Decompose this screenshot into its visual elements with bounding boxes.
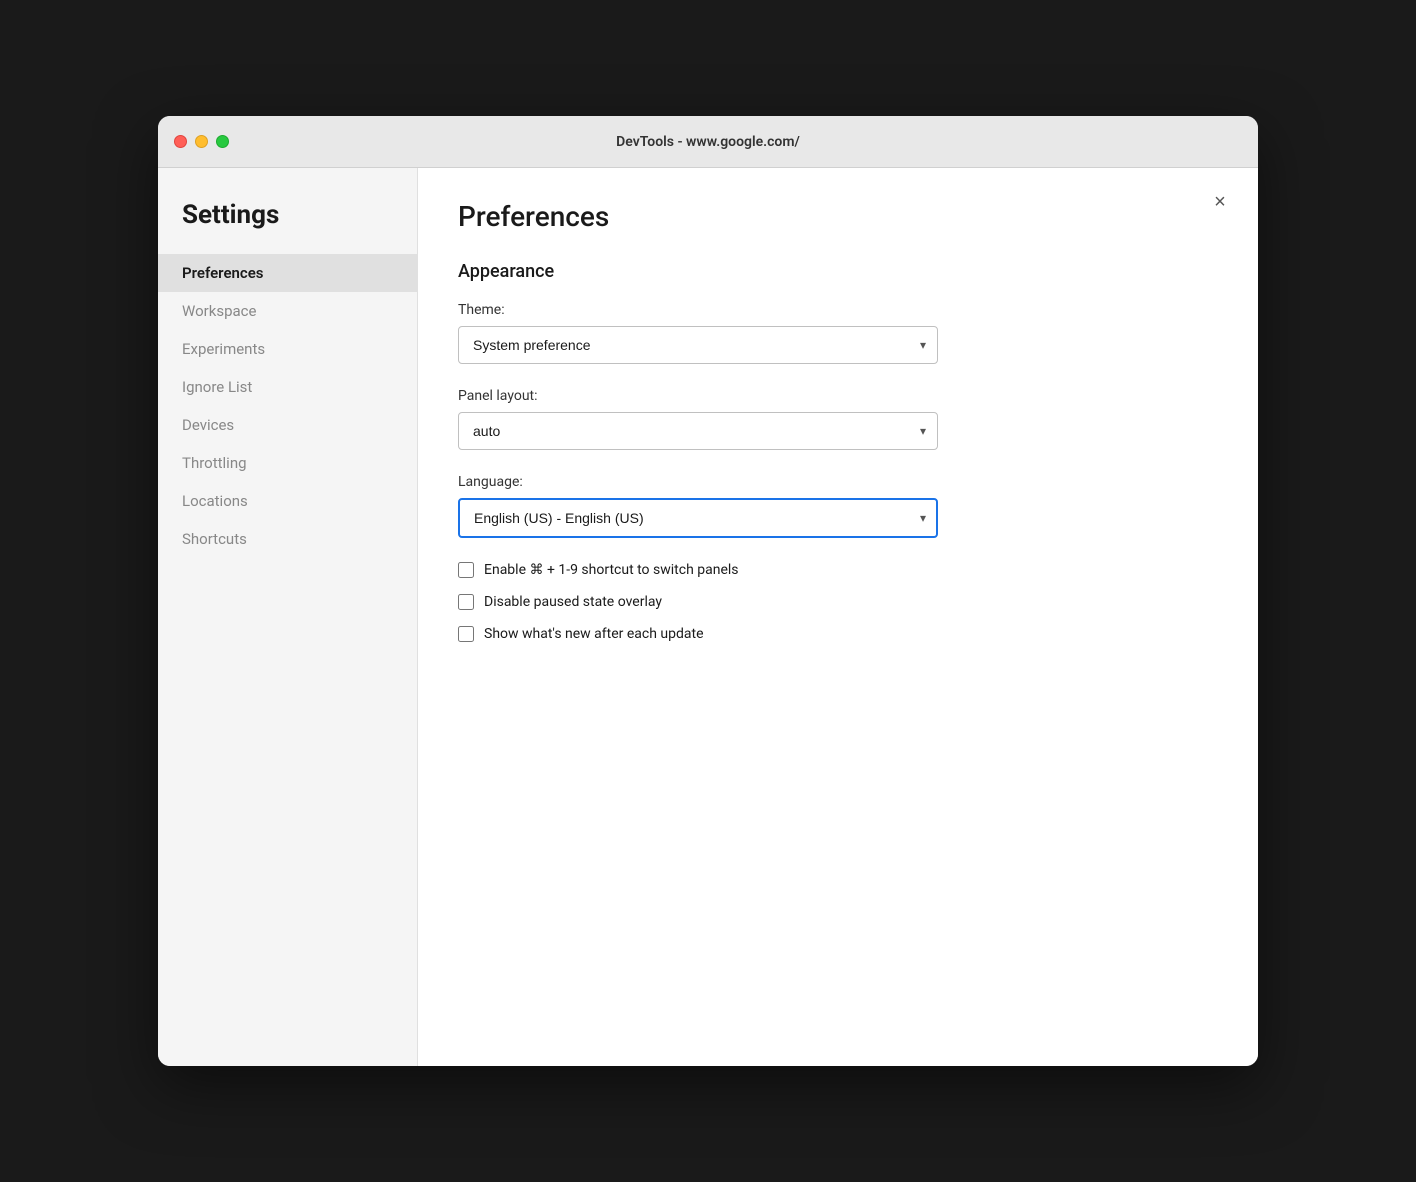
show-new-label: Show what's new after each update [484,626,704,642]
sidebar-item-throttling[interactable]: Throttling [158,444,417,482]
theme-select-wrapper: System preference Light Dark ▾ [458,326,938,364]
sidebar-item-preferences[interactable]: Preferences [158,254,417,292]
devtools-window: DevTools - www.google.com/ Settings Pref… [158,116,1258,1066]
checkbox-group: Enable ⌘ + 1-9 shortcut to switch panels… [458,562,1218,642]
cmd-shortcut-label: Enable ⌘ + 1-9 shortcut to switch panels [484,562,739,578]
sidebar-item-locations[interactable]: Locations [158,482,417,520]
settings-title: Settings [158,200,417,254]
theme-select[interactable]: System preference Light Dark [458,326,938,364]
main-content: × Preferences Appearance Theme: System p… [418,168,1258,1066]
language-select-wrapper: English (US) - English (US) ▾ [458,498,938,538]
sidebar-item-devices[interactable]: Devices [158,406,417,444]
disable-overlay-checkbox-item[interactable]: Disable paused state overlay [458,594,1218,610]
language-select[interactable]: English (US) - English (US) [458,498,938,538]
language-field-group: Language: English (US) - English (US) ▾ [458,474,1218,538]
disable-overlay-label: Disable paused state overlay [484,594,662,610]
content-area: Settings Preferences Workspace Experimen… [158,168,1258,1066]
cmd-shortcut-checkbox[interactable] [458,562,474,578]
sidebar-item-ignore-list[interactable]: Ignore List [158,368,417,406]
maximize-traffic-light[interactable] [216,135,229,148]
titlebar-title: DevTools - www.google.com/ [616,134,800,150]
language-label: Language: [458,474,1218,490]
appearance-section-title: Appearance [458,261,1218,282]
panel-layout-label: Panel layout: [458,388,1218,404]
traffic-lights [174,135,229,148]
minimize-traffic-light[interactable] [195,135,208,148]
panel-layout-select-wrapper: auto horizontal vertical ▾ [458,412,938,450]
cmd-shortcut-checkbox-item[interactable]: Enable ⌘ + 1-9 shortcut to switch panels [458,562,1218,578]
close-button[interactable]: × [1206,188,1234,216]
show-new-checkbox[interactable] [458,626,474,642]
sidebar: Settings Preferences Workspace Experimen… [158,168,418,1066]
theme-label: Theme: [458,302,1218,318]
theme-field-group: Theme: System preference Light Dark ▾ [458,302,1218,364]
page-title: Preferences [458,200,1218,233]
sidebar-item-experiments[interactable]: Experiments [158,330,417,368]
sidebar-item-shortcuts[interactable]: Shortcuts [158,520,417,558]
titlebar: DevTools - www.google.com/ [158,116,1258,168]
disable-overlay-checkbox[interactable] [458,594,474,610]
sidebar-item-workspace[interactable]: Workspace [158,292,417,330]
panel-layout-field-group: Panel layout: auto horizontal vertical ▾ [458,388,1218,450]
panel-layout-select[interactable]: auto horizontal vertical [458,412,938,450]
close-traffic-light[interactable] [174,135,187,148]
show-new-checkbox-item[interactable]: Show what's new after each update [458,626,1218,642]
